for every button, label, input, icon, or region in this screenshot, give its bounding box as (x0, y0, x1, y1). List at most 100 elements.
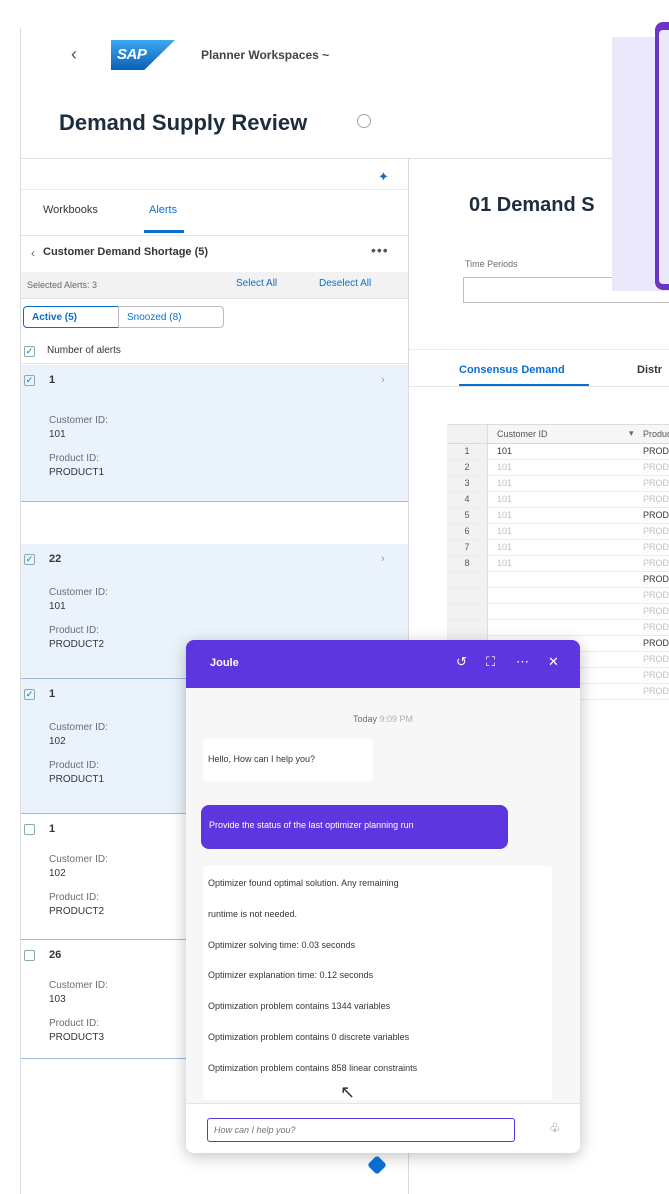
row-number (447, 620, 488, 635)
select-all-button[interactable]: Select All (236, 278, 277, 289)
deselect-all-button[interactable]: Deselect All (319, 278, 371, 289)
mouse-cursor-icon: ↖ (340, 1082, 356, 1102)
chat-footer: ♧ (186, 1103, 580, 1153)
microphone-icon[interactable]: ♧ (549, 1120, 561, 1136)
expand-icon[interactable]: ⛶ (486, 654, 495, 670)
cell-product[interactable]: PRODUCT (643, 686, 669, 696)
row-number (447, 604, 488, 619)
history-icon[interactable]: ↺ (456, 654, 467, 670)
cell-customer[interactable]: 101 (497, 446, 512, 456)
product-value: PRODUCT1 (49, 774, 105, 785)
cell-product[interactable]: PRODUCT2 (643, 510, 669, 520)
response-line: Optimizer explanation time: 0.12 seconds (208, 970, 374, 980)
list-header-label: Number of alerts (47, 345, 121, 356)
column-header-product[interactable]: Product (643, 429, 669, 439)
cell-product[interactable]: PRODUCT (643, 670, 669, 680)
cell-product[interactable]: PRODUCT2 (643, 558, 669, 568)
table-row[interactable]: PRODUCT (447, 572, 669, 588)
back-icon[interactable]: ‹ (71, 44, 77, 65)
sort-icon[interactable]: ▾ (629, 428, 634, 439)
cell-customer[interactable]: 101 (497, 526, 512, 536)
cell-product[interactable]: PRODUCT (643, 638, 669, 648)
response-line: Optimizer found optimal solution. Any re… (208, 878, 399, 888)
table-row[interactable]: 5 101 PRODUCT2 (447, 508, 669, 524)
time-periods-label: Time Periods (465, 259, 518, 269)
cell-customer[interactable]: 101 (497, 462, 512, 472)
pin-icon[interactable]: ✦ (378, 169, 389, 185)
timestamp-day: Today (352, 714, 377, 724)
cell-customer[interactable]: 101 (497, 542, 512, 552)
alert-checkbox[interactable]: ✓ (24, 689, 35, 700)
assistant-message: Hello, How can I help you? (203, 739, 373, 781)
more-icon[interactable]: ⋯ (516, 654, 529, 670)
cell-product[interactable]: PRODUCT (643, 574, 669, 584)
cell-customer[interactable]: 101 (497, 494, 512, 504)
table-row[interactable]: 2 101 PRODUCT1 (447, 460, 669, 476)
cell-customer[interactable]: 101 (497, 558, 512, 568)
cell-product[interactable]: PRODUCT2 (643, 526, 669, 536)
row-number: 7 (447, 540, 488, 555)
segment-active[interactable]: Active (5) (23, 306, 119, 328)
tab-consensus-demand[interactable]: Consensus Demand (459, 364, 565, 376)
segment-snoozed[interactable]: Snoozed (8) (118, 306, 224, 328)
joule-chat-window: Joule ↺ ⛶ ⋯ ✕ Today 9:09 PM Hello, How c… (186, 640, 580, 1153)
tab-distribution[interactable]: Distr (637, 364, 662, 376)
user-message: Provide the status of the last optimizer… (201, 805, 508, 849)
chevron-right-icon[interactable]: › (381, 553, 385, 565)
cell-customer[interactable]: 101 (497, 510, 512, 520)
table-row[interactable]: 3 101 PRODUCT1 (447, 476, 669, 492)
product-value: PRODUCT1 (49, 467, 105, 478)
close-icon[interactable]: ✕ (548, 654, 559, 670)
chat-input[interactable] (207, 1118, 515, 1142)
tab-alerts[interactable]: Alerts (149, 204, 177, 216)
row-number (447, 588, 488, 603)
cell-product[interactable]: PRODUCT2 (643, 542, 669, 552)
product-label: Product ID: (49, 625, 100, 636)
row-number: 8 (447, 556, 488, 571)
chat-header: Joule ↺ ⛶ ⋯ ✕ (186, 640, 580, 688)
cell-product[interactable]: PRODUCT (643, 622, 669, 632)
response-line: runtime is not needed. (208, 909, 298, 919)
list-header: ✓ Number of alerts (21, 339, 408, 364)
alert-checkbox[interactable] (24, 950, 35, 961)
alert-checkbox[interactable]: ✓ (24, 554, 35, 565)
table-row[interactable]: 1 101 PRODUCT1 (447, 444, 669, 460)
cell-product[interactable]: PRODUCT (643, 590, 669, 600)
table-row[interactable]: PRODUCT (447, 620, 669, 636)
more-icon[interactable]: ••• (371, 242, 389, 258)
alert-checkbox[interactable] (24, 824, 35, 835)
cell-product[interactable]: PRODUCT1 (643, 446, 669, 456)
alert-count: 1 (49, 374, 56, 386)
chevron-left-icon[interactable]: ‹ (31, 246, 35, 260)
table-row[interactable]: 7 101 PRODUCT2 (447, 540, 669, 556)
row-number: 6 (447, 524, 488, 539)
product-label: Product ID: (49, 453, 100, 464)
info-icon[interactable] (357, 114, 371, 128)
chevron-right-icon[interactable]: › (381, 374, 385, 386)
workspace-selector[interactable]: Planner Workspaces ~ (201, 48, 329, 62)
table-row[interactable]: PRODUCT (447, 588, 669, 604)
response-line: Optimization problem contains 858 linear… (208, 1063, 418, 1073)
customer-value: 102 (49, 736, 66, 747)
customer-label: Customer ID: (49, 980, 108, 991)
column-header-customer[interactable]: Customer ID (497, 429, 548, 439)
table-row[interactable]: 6 101 PRODUCT2 (447, 524, 669, 540)
cell-product[interactable]: PRODUCT1 (643, 494, 669, 504)
cell-product[interactable]: PRODUCT (643, 654, 669, 664)
alert-card[interactable]: ✓ 1 › Customer ID: 101 Product ID: PRODU… (21, 365, 408, 502)
cell-product[interactable]: PRODUCT1 (643, 462, 669, 472)
cell-customer[interactable]: 101 (497, 478, 512, 488)
cell-product[interactable]: PRODUCT (643, 606, 669, 616)
cell-product[interactable]: PRODUCT1 (643, 478, 669, 488)
row-number: 1 (447, 444, 488, 459)
table-row[interactable]: 8 101 PRODUCT2 (447, 556, 669, 572)
product-label: Product ID: (49, 892, 100, 903)
grid-header: Customer ID ▾ Product (447, 425, 669, 444)
table-row[interactable]: 4 101 PRODUCT1 (447, 492, 669, 508)
select-all-checkbox[interactable]: ✓ (24, 346, 35, 357)
alert-count: 1 (49, 688, 56, 700)
table-row[interactable]: PRODUCT (447, 604, 669, 620)
shell-bar: ‹ SAP Planner Workspaces ~ (21, 28, 669, 88)
tab-workbooks[interactable]: Workbooks (43, 204, 98, 216)
alert-checkbox[interactable]: ✓ (24, 375, 35, 386)
